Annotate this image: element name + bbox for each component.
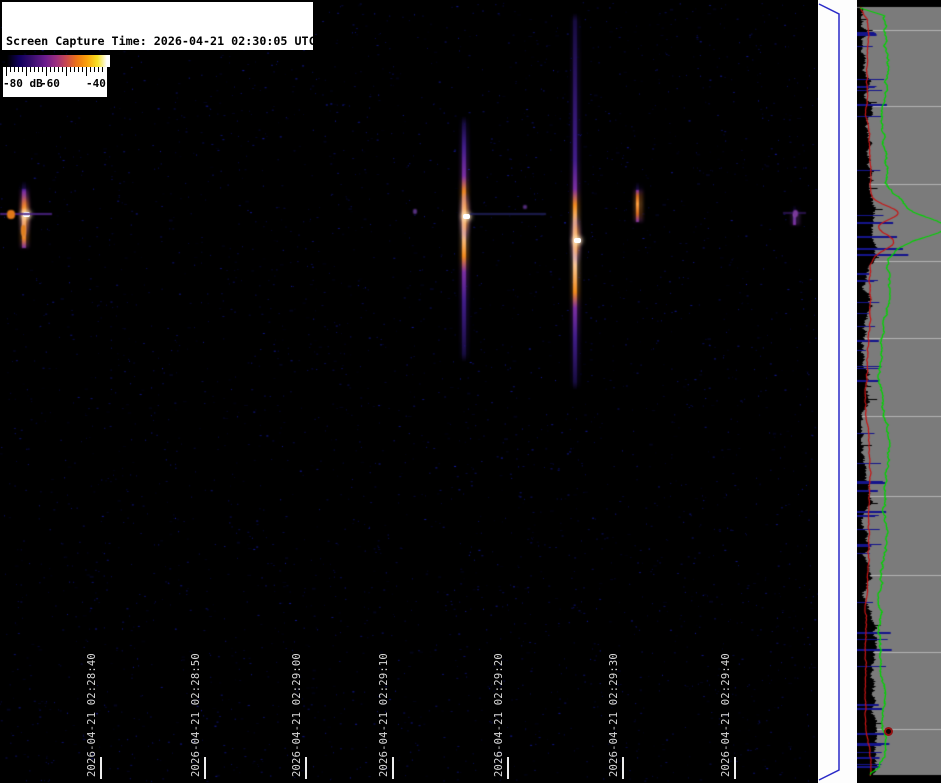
signal-blob <box>523 205 527 209</box>
time-axis-label: 2026-04-21 02:29:30 <box>608 653 620 777</box>
colorbar-ticks <box>6 67 104 76</box>
meteor-echo-peak <box>463 214 470 219</box>
time-axis-tick <box>507 757 509 779</box>
colorbar-label-max: -40 <box>86 77 106 90</box>
frequency-scale-border-line <box>818 0 857 783</box>
carrier-line-segment <box>470 213 546 215</box>
time-axis-label: 2026-04-21 02:29:10 <box>378 653 390 777</box>
signal-blob <box>21 225 26 236</box>
time-axis-tick <box>100 757 102 779</box>
spectrum-marker-dot <box>884 727 893 736</box>
signal-blob <box>7 210 15 219</box>
colorbar-label-min: -80 dB <box>3 77 43 90</box>
spectrogram-screen: 2026-04-21 02:28:40 2026-04-21 02:28:50 20… <box>0 0 941 783</box>
meteor-echo-streak <box>573 13 577 390</box>
time-axis-label: 2026-04-21 02:29:00 <box>291 653 303 777</box>
signal-blob <box>413 209 417 214</box>
colorbar-label-mid: -60 <box>40 77 60 90</box>
capture-info-box: Screen Capture Time: 2026-04-21 02:30:05… <box>2 2 313 50</box>
time-axis-tick <box>305 757 307 779</box>
meteor-echo-peak <box>574 238 581 243</box>
meteor-echo-streak <box>636 182 639 222</box>
time-axis-tick <box>204 757 206 779</box>
time-axis-label: 2026-04-21 02:29:40 <box>720 653 732 777</box>
spectrum-graph-panel <box>857 0 941 783</box>
signal-blob <box>793 210 798 217</box>
colorbar-scale: -80 dB -60 -40 <box>3 67 107 97</box>
time-axis-tick <box>392 757 394 779</box>
time-axis-label: 2026-04-21 02:28:40 <box>86 653 98 777</box>
capture-time-text: Screen Capture Time: 2026-04-21 02:30:05… <box>6 34 309 49</box>
config-text: Config = V8 <box>6 125 309 140</box>
time-axis-tick <box>734 757 736 779</box>
time-axis-label: 2026-04-21 02:29:20 <box>493 653 505 777</box>
time-axis-tick <box>622 757 624 779</box>
colorbar-gradient <box>7 55 110 67</box>
time-axis-label: 2026-04-21 02:28:50 <box>190 653 202 777</box>
